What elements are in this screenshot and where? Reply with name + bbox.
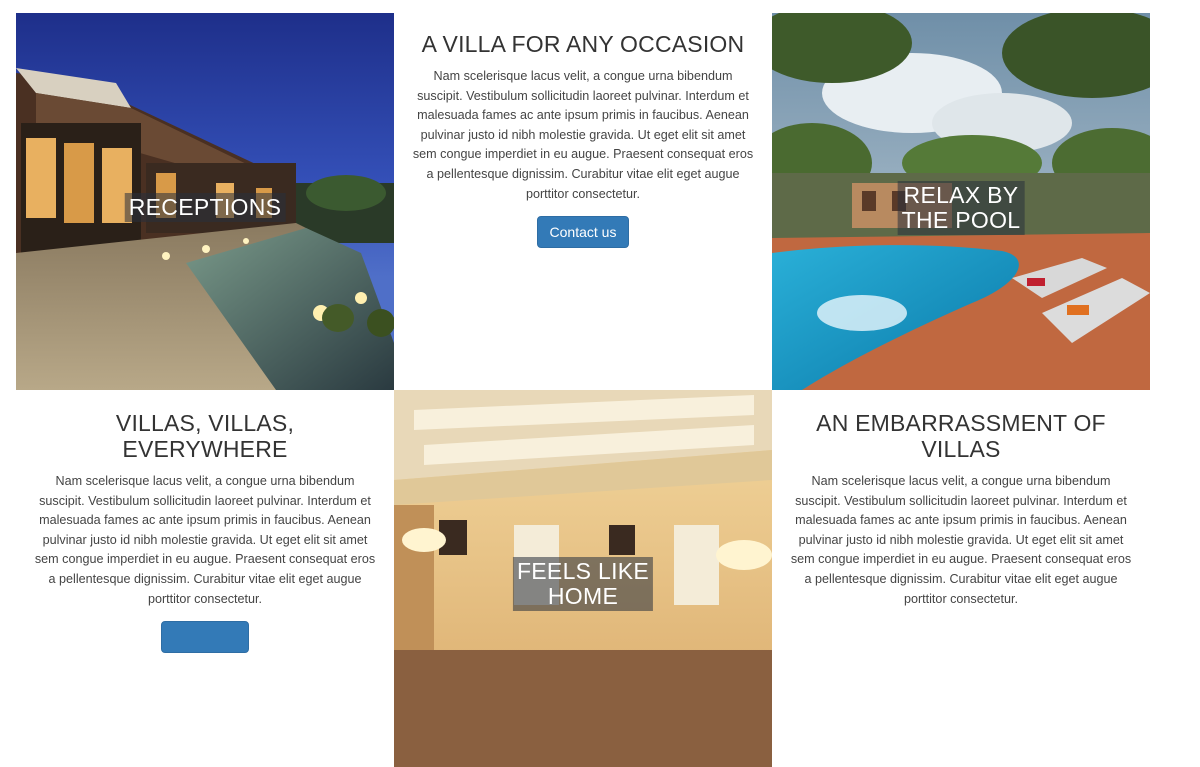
villa-feature-grid: RECEPTIONS A VILLA FOR ANY OCCASION Nam … <box>16 13 1150 767</box>
everywhere-tile: VILLAS, VILLAS, EVERYWHERE Nam scelerisq… <box>16 390 394 767</box>
occasion-title: A VILLA FOR ANY OCCASION <box>421 31 745 57</box>
embarrassment-body: Nam scelerisque lacus velit, a congue ur… <box>790 474 1132 606</box>
pool-tile[interactable]: RELAX BY THE POOL <box>772 13 1150 390</box>
pool-caption: RELAX BY THE POOL <box>897 181 1025 235</box>
receptions-tile[interactable]: RECEPTIONS <box>16 13 394 390</box>
home-caption-line1: FEELS LIKE <box>516 558 650 584</box>
receptions-caption: RECEPTIONS <box>124 193 286 222</box>
embarrassment-title: AN EMBARRASSMENT OF VILLAS <box>816 410 1106 462</box>
pool-caption-line2: THE POOL <box>901 207 1021 233</box>
everywhere-title: VILLAS, VILLAS, EVERYWHERE <box>115 410 295 462</box>
everywhere-button[interactable] <box>161 621 249 654</box>
embarrassment-tile: AN EMBARRASSMENT OF VILLAS Nam scelerisq… <box>772 390 1150 767</box>
occasion-tile: A VILLA FOR ANY OCCASION Nam scelerisque… <box>394 13 772 390</box>
pool-caption-line1: RELAX BY <box>903 182 1019 208</box>
home-caption: FEELS LIKE HOME <box>512 557 654 611</box>
everywhere-body: Nam scelerisque lacus velit, a congue ur… <box>34 474 376 606</box>
occasion-body: Nam scelerisque lacus velit, a congue ur… <box>412 69 754 201</box>
contact-us-button[interactable]: Contact us <box>536 216 630 249</box>
home-tile[interactable]: FEELS LIKE HOME <box>394 390 772 767</box>
home-caption-line2: HOME <box>547 583 619 609</box>
